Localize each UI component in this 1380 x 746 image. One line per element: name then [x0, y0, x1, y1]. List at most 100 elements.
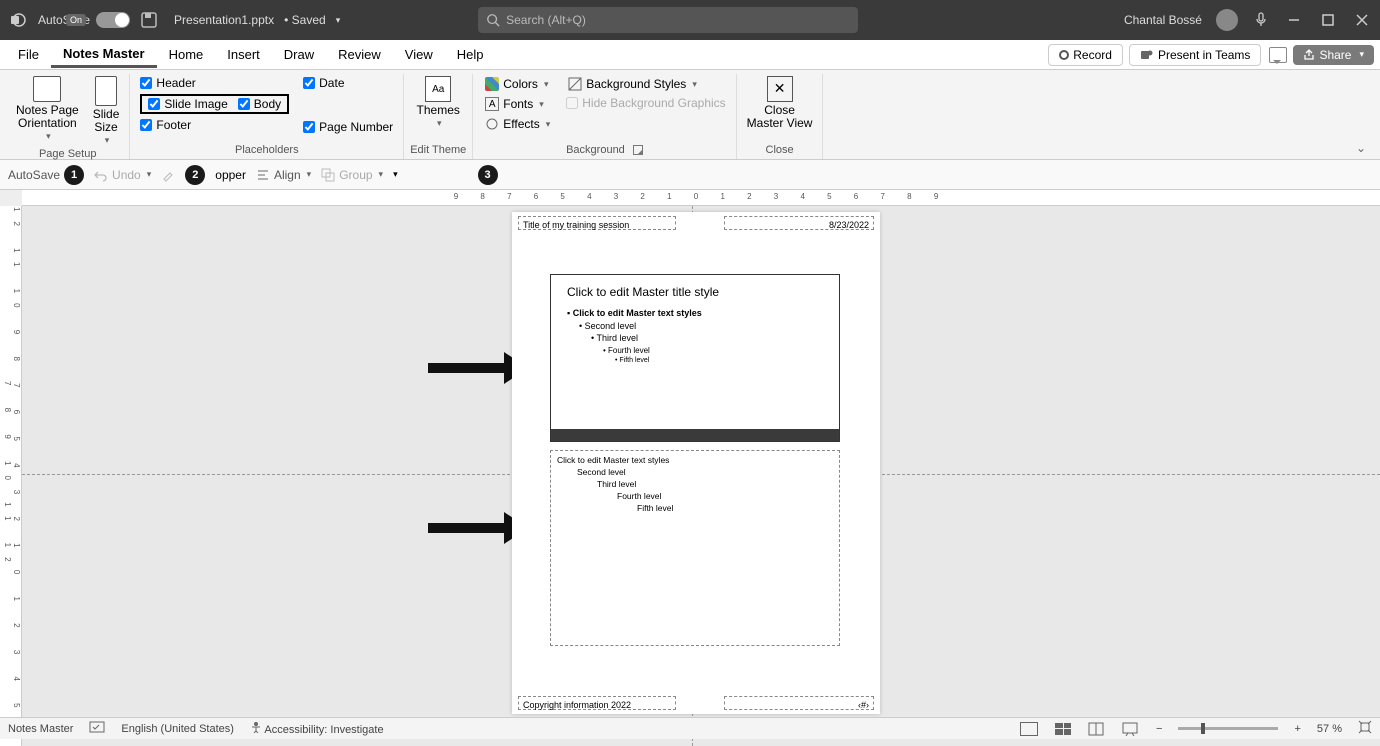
- slide-size-button[interactable]: Slide Size: [89, 74, 124, 148]
- group-placeholders: Header Slide Image Body Footer Date Page…: [130, 74, 404, 159]
- zoom-slider[interactable]: [1178, 727, 1278, 730]
- body-placeholder[interactable]: Click to edit Master text styles Second …: [550, 450, 840, 646]
- view-sorter-button[interactable]: [1054, 722, 1072, 736]
- eyedropper-icon: [161, 168, 175, 182]
- fonts-dropdown[interactable]: AFonts: [483, 96, 552, 112]
- saved-state: • Saved: [284, 13, 326, 27]
- record-icon: [1059, 50, 1069, 60]
- slide-size-icon: [95, 76, 117, 106]
- footer-placeholder[interactable]: Copyright information 2022: [518, 696, 676, 710]
- slide-title: Click to edit Master title style: [551, 275, 839, 307]
- zoom-out-button[interactable]: −: [1156, 723, 1162, 735]
- align-icon: [256, 168, 270, 182]
- chk-date[interactable]: Date: [303, 76, 393, 90]
- zoom-level[interactable]: 57 %: [1317, 723, 1342, 735]
- qat-group[interactable]: Group: [321, 168, 383, 182]
- search-icon: [486, 13, 500, 27]
- tab-view[interactable]: View: [393, 43, 445, 66]
- slide-image-placeholder[interactable]: Click to edit Master title style ▪ Click…: [550, 274, 840, 442]
- teams-icon: [1140, 48, 1154, 62]
- ribbon-collapse-button[interactable]: ⌄: [1348, 137, 1374, 159]
- tab-review[interactable]: Review: [326, 43, 393, 66]
- status-language[interactable]: English (United States): [121, 723, 234, 735]
- record-button[interactable]: Record: [1048, 44, 1123, 66]
- present-teams-button[interactable]: Present in Teams: [1129, 44, 1262, 66]
- maximize-button[interactable]: [1318, 10, 1338, 30]
- zoom-in-button[interactable]: +: [1294, 723, 1300, 735]
- tab-insert[interactable]: Insert: [215, 43, 272, 66]
- header-placeholder[interactable]: Title of my training session: [518, 216, 676, 230]
- share-icon: [1303, 49, 1315, 61]
- date-placeholder[interactable]: 8/23/2022: [724, 216, 874, 230]
- qat-row: AutoSave 1 Undo 2 opper Align Group ▾ 3: [0, 160, 1380, 190]
- group-edit-theme: Aa Themes Edit Theme: [404, 74, 473, 159]
- qat-autosave[interactable]: AutoSave: [8, 168, 60, 182]
- qat-more[interactable]: ▾: [393, 169, 398, 180]
- background-launcher[interactable]: [633, 145, 643, 155]
- ribbon: Notes Page Orientation Slide Size Page S…: [0, 70, 1380, 160]
- close-button[interactable]: [1352, 10, 1372, 30]
- close-master-button[interactable]: ✕ Close Master View: [743, 74, 817, 132]
- effects-icon: [485, 117, 499, 131]
- autosave-toggle[interactable]: AutoSave On: [38, 12, 130, 28]
- group-page-setup: Notes Page Orientation Slide Size Page S…: [6, 74, 130, 159]
- notes-page[interactable]: Title of my training session 8/23/2022 C…: [512, 212, 880, 714]
- annotation-1: 1: [64, 165, 84, 185]
- titlebar-right: Chantal Bossé: [1124, 9, 1372, 31]
- view-slideshow-button[interactable]: [1122, 722, 1140, 736]
- group-label-close: Close: [766, 143, 794, 159]
- qat-align[interactable]: Align: [256, 168, 311, 182]
- fit-to-window-button[interactable]: [1358, 720, 1372, 737]
- tab-file[interactable]: File: [6, 43, 51, 66]
- group-label-placeholders: Placeholders: [235, 143, 299, 159]
- group-icon: [321, 168, 335, 182]
- group-background: Colors AFonts Effects Background Styles …: [473, 74, 736, 159]
- tab-help[interactable]: Help: [445, 43, 496, 66]
- colors-icon: [485, 77, 499, 91]
- notes-orientation-button[interactable]: Notes Page Orientation: [12, 74, 83, 144]
- minimize-button[interactable]: [1284, 10, 1304, 30]
- annotation-2: 2: [185, 165, 205, 185]
- effects-dropdown[interactable]: Effects: [483, 116, 552, 132]
- annotation-3: 3: [478, 165, 498, 185]
- undo-icon: [94, 168, 108, 182]
- themes-button[interactable]: Aa Themes: [413, 74, 464, 131]
- accessibility-icon: [250, 721, 262, 733]
- save-icon[interactable]: [140, 11, 158, 29]
- accessibility-button[interactable]: Accessibility: Investigate: [250, 721, 384, 736]
- group-label-page-setup: Page Setup: [39, 148, 97, 162]
- search-placeholder: Search (Alt+Q): [506, 13, 586, 27]
- qat-undo[interactable]: Undo: [94, 168, 151, 182]
- mic-icon[interactable]: [1252, 11, 1270, 29]
- avatar[interactable]: [1216, 9, 1238, 31]
- tab-home[interactable]: Home: [157, 43, 216, 66]
- page-number-placeholder[interactable]: ‹#›: [724, 696, 874, 710]
- close-icon: ✕: [767, 76, 793, 102]
- username[interactable]: Chantal Bossé: [1124, 13, 1202, 27]
- orientation-icon: [33, 76, 61, 102]
- workspace: 9 8 7 6 5 4 3 2 1 0 1 2 3 4 5 6 7 8 9 12…: [0, 190, 1380, 746]
- toggle-switch[interactable]: On: [96, 12, 130, 28]
- title-bar: AutoSave On Presentation1.pptx • Saved ▾…: [0, 0, 1380, 40]
- comments-button[interactable]: [1269, 47, 1287, 63]
- bg-styles-icon: [568, 77, 582, 91]
- canvas[interactable]: Title of my training session 8/23/2022 C…: [22, 206, 1380, 746]
- view-reading-button[interactable]: [1088, 722, 1106, 736]
- bg-styles-dropdown[interactable]: Background Styles: [566, 76, 725, 92]
- slide-body: ▪ Click to edit Master text styles • Sec…: [551, 307, 839, 366]
- filename-chevron-icon[interactable]: ▾: [336, 15, 341, 26]
- share-button[interactable]: Share▾: [1293, 45, 1374, 65]
- search-box[interactable]: Search (Alt+Q): [478, 7, 858, 33]
- tabs-row: File Notes Master Home Insert Draw Revie…: [0, 40, 1380, 70]
- ruler-horizontal[interactable]: 9 8 7 6 5 4 3 2 1 0 1 2 3 4 5 6 7 8 9: [22, 190, 1380, 206]
- tab-draw[interactable]: Draw: [272, 43, 326, 66]
- chk-page-number[interactable]: Page Number: [303, 120, 393, 134]
- view-normal-button[interactable]: [1020, 722, 1038, 736]
- status-bar: Notes Master English (United States) Acc…: [0, 717, 1380, 739]
- group-label-background: Background: [566, 143, 643, 159]
- ruler-vertical[interactable]: 12 11 10 9 8 7 6 5 4 3 2 1 0 1 2 3 4 5 6…: [0, 206, 22, 746]
- qat-eyedropper[interactable]: [161, 168, 175, 182]
- tab-notes-master[interactable]: Notes Master: [51, 42, 157, 68]
- colors-dropdown[interactable]: Colors: [483, 76, 552, 92]
- spellcheck-button[interactable]: [89, 721, 105, 736]
